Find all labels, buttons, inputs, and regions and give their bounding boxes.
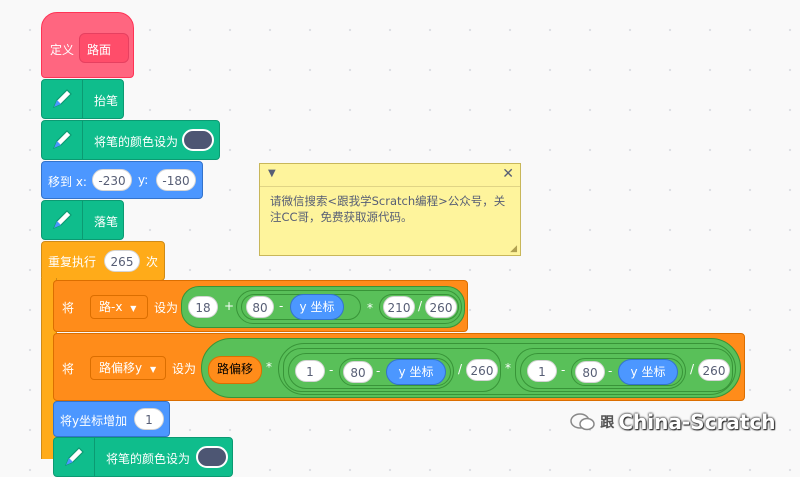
goto-x-label: 移到 x: bbox=[48, 175, 87, 189]
times-sign: * bbox=[505, 361, 511, 375]
divide-sign: / bbox=[690, 362, 695, 376]
y-position-reporter[interactable]: y 坐标 bbox=[618, 359, 678, 385]
divide-operator[interactable]: 1 - 80 - y 坐标 / 260 bbox=[283, 348, 501, 392]
y-position-reporter[interactable]: y 坐标 bbox=[290, 294, 344, 320]
times-sign: * bbox=[367, 301, 373, 315]
repeat-block[interactable]: 重复执行 265 次 bbox=[41, 241, 165, 281]
chevron-down-icon: ▼ bbox=[130, 304, 137, 313]
set-label: 将 bbox=[62, 362, 75, 376]
set-to-label: 设为 bbox=[154, 301, 179, 315]
minus-operator[interactable]: 80 - y 坐标 bbox=[339, 358, 451, 386]
minus-sign: - bbox=[561, 363, 566, 377]
operand-input[interactable]: 80 bbox=[343, 361, 373, 383]
define-name: 路面 bbox=[87, 43, 112, 57]
plus-sign: + bbox=[224, 299, 235, 313]
watermark-prefix: 跟 bbox=[600, 415, 615, 431]
change-y-input[interactable]: 1 bbox=[134, 408, 164, 430]
variable-dropdown[interactable]: 路偏移y ▼ bbox=[90, 356, 166, 380]
variable-name: 路偏移y bbox=[99, 361, 143, 375]
variable-reporter-name: 路偏移 bbox=[216, 362, 253, 376]
minus-sign: - bbox=[608, 364, 613, 378]
variable-dropdown[interactable]: 路-x ▼ bbox=[90, 295, 148, 319]
set-pen-color-block[interactable]: 将笔的颜色设为 bbox=[53, 437, 233, 477]
repeat-count-input[interactable]: 265 bbox=[104, 250, 140, 272]
collapse-arrow-icon[interactable]: ▼ bbox=[268, 168, 276, 179]
define-block[interactable]: 定义 路面 bbox=[41, 12, 134, 78]
multiply-operator[interactable]: 路偏移 * 1 - 80 - y 坐标 / 260 * 1 - 80 - y 坐… bbox=[201, 338, 741, 398]
operand-input[interactable]: 260 bbox=[698, 359, 730, 381]
divide-sign: / bbox=[458, 362, 463, 376]
pen-color-swatch[interactable] bbox=[196, 446, 228, 468]
set-var-block[interactable]: 将 路-x ▼ 设为 18 + 80 - y 坐标 * 210 / 260 bbox=[53, 280, 468, 332]
wechat-icon bbox=[570, 412, 596, 432]
minus-operator[interactable]: 80 - y 坐标 bbox=[571, 358, 683, 386]
operand-input[interactable]: 80 bbox=[575, 361, 605, 383]
multiply-operator[interactable]: 1 - 80 - y 坐标 / 260 * 1 - 80 - y 坐标 / 26… bbox=[278, 343, 736, 395]
goto-y-input[interactable]: -180 bbox=[156, 169, 196, 191]
plus-operator[interactable]: 18 + 80 - y 坐标 * 210 / 260 bbox=[181, 286, 465, 328]
operand-input[interactable]: 260 bbox=[425, 296, 457, 318]
operand-input[interactable]: 80 bbox=[246, 296, 274, 318]
operand-input[interactable]: 18 bbox=[188, 296, 218, 318]
variable-name: 路-x bbox=[99, 300, 123, 314]
change-y-block[interactable]: 将y坐标增加 1 bbox=[53, 401, 170, 437]
define-keyword: 定义 bbox=[50, 43, 75, 57]
goto-y-label: y: bbox=[138, 173, 149, 187]
pen-color-swatch[interactable] bbox=[182, 129, 214, 151]
comment-note[interactable]: ▼ ✕ 请微信搜索<跟我学Scratch编程>公众号，关注CC哥，免费获取源代码… bbox=[259, 163, 521, 256]
resize-handle-icon[interactable]: ◢ bbox=[510, 244, 517, 254]
set-pen-color-label: 将笔的颜色设为 bbox=[94, 135, 179, 149]
variable-reporter[interactable]: 路偏移 bbox=[208, 356, 262, 384]
chevron-down-icon: ▼ bbox=[149, 365, 157, 374]
close-icon[interactable]: ✕ bbox=[502, 166, 514, 182]
operand-input[interactable]: 1 bbox=[527, 360, 557, 382]
divide-operator[interactable]: 1 - 80 - y 坐标 / 260 bbox=[515, 348, 733, 392]
set-label: 将 bbox=[62, 301, 75, 315]
change-y-label: 将y坐标增加 bbox=[60, 414, 128, 428]
comment-text[interactable]: 请微信搜索<跟我学Scratch编程>公众号，关注CC哥，免费获取源代码。 bbox=[260, 187, 520, 231]
times-sign: * bbox=[266, 360, 272, 374]
y-position-reporter[interactable]: y 坐标 bbox=[386, 359, 446, 385]
set-to-label: 设为 bbox=[172, 362, 197, 376]
pen-up-block[interactable]: 抬笔 bbox=[41, 79, 124, 119]
set-pen-color-block[interactable]: 将笔的颜色设为 bbox=[41, 120, 220, 160]
pen-icon bbox=[42, 80, 83, 118]
divide-operator[interactable]: 210 / 260 bbox=[379, 294, 459, 320]
multiply-operator[interactable]: 80 - y 坐标 * 210 / 260 bbox=[236, 290, 462, 324]
goto-x-input[interactable]: -230 bbox=[92, 169, 132, 191]
pen-icon bbox=[42, 201, 83, 239]
watermark: 跟 China-Scratch bbox=[570, 410, 775, 434]
goto-xy-block[interactable]: 移到 x: -230 y: -180 bbox=[41, 161, 203, 199]
operand-input[interactable]: 210 bbox=[383, 296, 415, 318]
operand-input[interactable]: 260 bbox=[466, 359, 498, 381]
repeat-label: 重复执行 bbox=[48, 255, 97, 269]
watermark-brand: China-Scratch bbox=[618, 410, 776, 434]
minus-sign: - bbox=[376, 364, 381, 378]
pen-up-label: 抬笔 bbox=[94, 94, 119, 108]
pen-down-label: 落笔 bbox=[94, 215, 119, 229]
comment-header: ▼ ✕ bbox=[260, 164, 520, 187]
set-var-block[interactable]: 将 路偏移y ▼ 设为 路偏移 * 1 - 80 - y 坐标 / 260 * … bbox=[53, 333, 745, 401]
minus-operator[interactable]: 80 - y 坐标 bbox=[241, 294, 361, 320]
minus-operator[interactable]: 1 - 80 - y 坐标 bbox=[288, 353, 454, 389]
pen-icon bbox=[42, 121, 83, 159]
minus-operator[interactable]: 1 - 80 - y 坐标 bbox=[520, 353, 686, 389]
divide-sign: / bbox=[418, 299, 423, 313]
pen-down-block[interactable]: 落笔 bbox=[41, 200, 124, 240]
minus-sign: - bbox=[329, 363, 334, 377]
repeat-suffix: 次 bbox=[146, 255, 159, 269]
pen-icon bbox=[54, 438, 95, 476]
define-name-slot[interactable]: 路面 bbox=[79, 33, 129, 63]
operand-input[interactable]: 1 bbox=[295, 360, 325, 382]
minus-sign: - bbox=[279, 299, 284, 313]
